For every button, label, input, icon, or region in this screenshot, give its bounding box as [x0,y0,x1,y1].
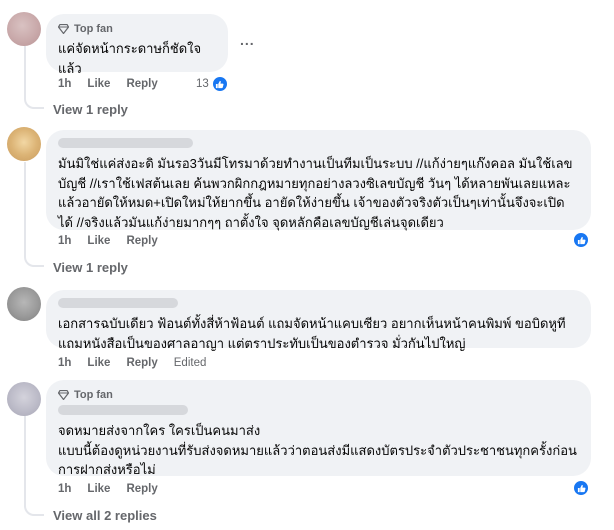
comment-text: เอกสารฉบับเดียว ฟ้อนต์ทั้งสี่ห้าฟ้อนต์ แ… [58,316,566,351]
view-replies-link[interactable]: View 1 reply [53,260,128,275]
like-button[interactable]: Like [87,235,110,247]
thread-connector [24,85,44,109]
diamond-badge-icon [58,389,69,400]
comment-bubble: Top fan จดหมายส่งจากใคร ใครเป็นคนมาส่ง แ… [46,380,591,477]
badge-label: Top fan [74,22,113,35]
author-name[interactable] [58,298,178,308]
thread-line [24,404,26,504]
reply-button[interactable]: Reply [126,78,157,90]
comment-bubble: มันมิใช่แค่ส่งอะดิ มันรอ3วันมีโทรมาด้วยท… [46,130,591,230]
timestamp[interactable]: 1h [58,483,71,495]
view-replies-link[interactable]: View 1 reply [53,102,128,117]
comment-actions: 1h Like Reply [58,235,158,247]
view-replies-link[interactable]: View all 2 replies [53,508,157,523]
timestamp[interactable]: 1h [58,78,71,90]
diamond-badge-icon [58,23,69,34]
comment-bubble: Top fan แค่จัดหน้ากระดาษก็ชัดใจแล้ว [46,14,228,76]
avatar[interactable] [7,12,41,46]
top-fan-badge: Top fan [58,22,216,35]
thumbs-up-icon [573,232,589,248]
comment-actions: 1h Like Reply [58,483,158,495]
comment-text: จดหมายส่งจากใคร ใครเป็นคนมาส่ง แบบนี้ต้อ… [58,423,577,477]
comment-text: มันมิใช่แค่ส่งอะดิ มันรอ3วันมีโทรมาด้วยท… [58,156,573,230]
edited-label: Edited [173,357,207,369]
like-button[interactable]: Like [87,78,110,90]
reaction-count[interactable]: 13 [196,76,228,92]
reaction-count[interactable] [573,232,589,248]
reply-button[interactable]: Reply [126,483,157,495]
avatar[interactable] [7,127,41,161]
reply-button[interactable]: Reply [126,235,157,247]
author-name[interactable] [58,405,188,415]
thread-line [24,162,26,244]
like-button[interactable]: Like [87,483,110,495]
thread-connector [24,240,44,267]
comment-text: แค่จัดหน้ากระดาษก็ชัดใจแล้ว [58,41,202,76]
reaction-number: 13 [196,78,209,90]
avatar[interactable] [7,287,41,321]
author-name[interactable] [58,138,193,148]
badge-label: Top fan [74,388,113,401]
reaction-count[interactable] [573,480,589,496]
comment-actions: 1h Like Reply [58,78,158,90]
timestamp[interactable]: 1h [58,235,71,247]
thread-connector [24,500,44,516]
thumbs-up-icon [573,480,589,496]
comment-actions: 1h Like Reply Edited [58,357,206,369]
top-fan-badge: Top fan [58,388,579,401]
more-options-button[interactable]: ... [240,32,255,48]
reply-button[interactable]: Reply [126,357,157,369]
timestamp[interactable]: 1h [58,357,71,369]
avatar[interactable] [7,382,41,416]
comment-bubble: เอกสารฉบับเดียว ฟ้อนต์ทั้งสี่ห้าฟ้อนต์ แ… [46,290,591,351]
thumbs-up-icon [211,76,228,92]
like-button[interactable]: Like [87,357,110,369]
